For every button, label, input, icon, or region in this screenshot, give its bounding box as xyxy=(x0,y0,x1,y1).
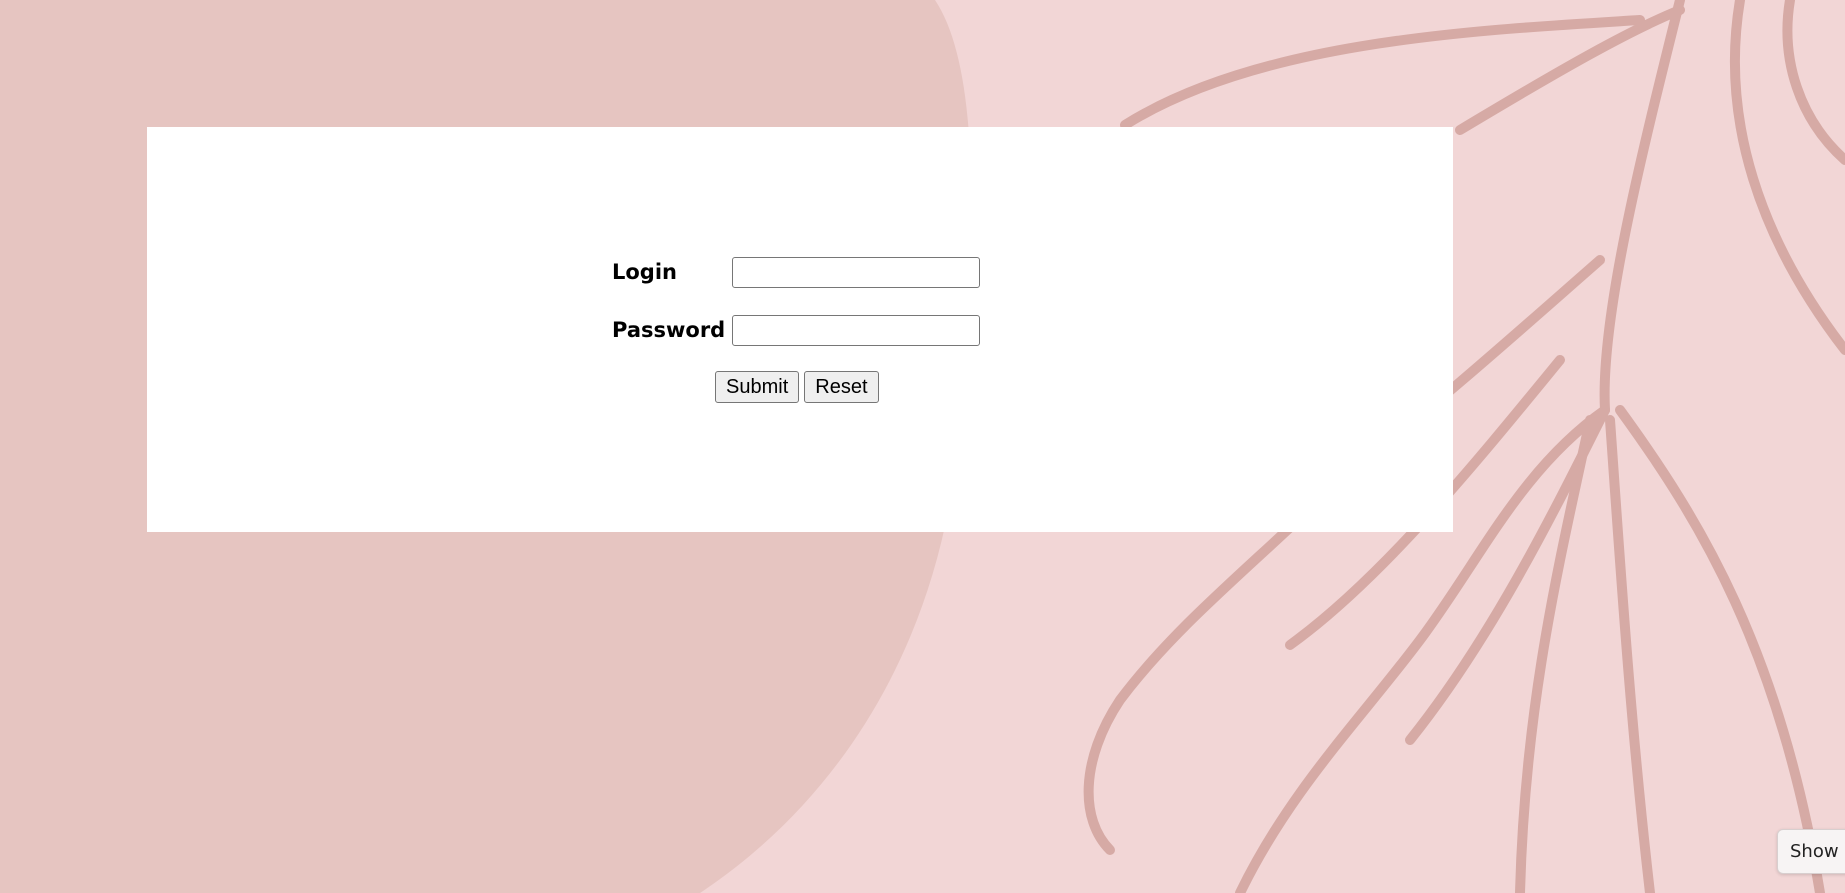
password-label: Password xyxy=(612,318,726,342)
password-input[interactable] xyxy=(732,314,980,346)
form-buttons: Submit Reset xyxy=(715,371,879,403)
password-row: Password xyxy=(612,313,980,347)
reset-button[interactable]: Reset xyxy=(804,371,879,403)
login-panel: Login Password Submit Reset xyxy=(147,127,1453,532)
page: Login Password Submit Reset Show c xyxy=(0,0,1845,893)
login-input[interactable] xyxy=(732,256,980,288)
submit-button[interactable]: Submit xyxy=(715,371,800,403)
login-row: Login xyxy=(612,255,980,289)
login-label: Login xyxy=(612,260,677,284)
show-popup-button[interactable]: Show c xyxy=(1777,829,1845,874)
